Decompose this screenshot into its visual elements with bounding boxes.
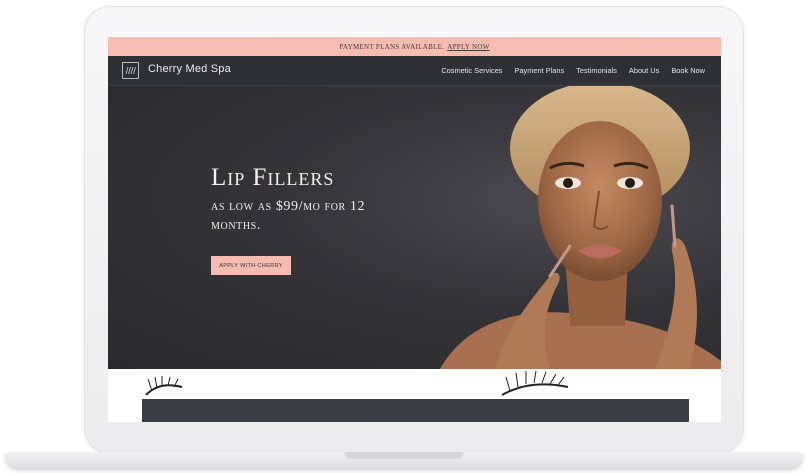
promo-apply-link[interactable]: Apply now xyxy=(447,43,489,51)
content-card xyxy=(142,399,689,422)
brand-name[interactable]: Cherry Med Spa xyxy=(148,63,231,75)
wave-lines-icon[interactable] xyxy=(122,62,139,79)
lower-section xyxy=(108,369,721,422)
nav-item-cosmetic-services[interactable]: Cosmetic Services xyxy=(441,66,502,75)
nav-item-payment-plans[interactable]: Payment Plans xyxy=(515,66,565,75)
top-navigation: Cherry Med Spa Cosmetic Services Payment… xyxy=(108,56,721,86)
eyelash-left-image xyxy=(145,376,183,396)
nav-item-book-now[interactable]: Book Now xyxy=(671,66,705,75)
laptop-notch xyxy=(344,452,464,459)
apply-with-cherry-button[interactable]: Apply with Cherry xyxy=(211,256,291,275)
nav-item-testimonials[interactable]: Testimonials xyxy=(576,66,617,75)
browser-screen: Payment plans available. Apply now Cherr… xyxy=(108,37,721,422)
nav-menu: Cosmetic Services Payment Plans Testimon… xyxy=(441,66,705,75)
promo-banner: Payment plans available. Apply now xyxy=(108,37,721,56)
hero-subtitle: as low as $99/mo for 12 months. xyxy=(211,199,366,233)
nav-item-about-us[interactable]: About Us xyxy=(629,66,659,75)
hero-title: Lip Fillers xyxy=(211,164,335,191)
hero-portrait-image xyxy=(440,86,721,369)
eyelash-right-image xyxy=(501,370,569,396)
hero-section: Lip Fillers as low as $99/mo for 12 mont… xyxy=(108,86,721,369)
promo-text: Payment plans available. xyxy=(339,42,445,51)
